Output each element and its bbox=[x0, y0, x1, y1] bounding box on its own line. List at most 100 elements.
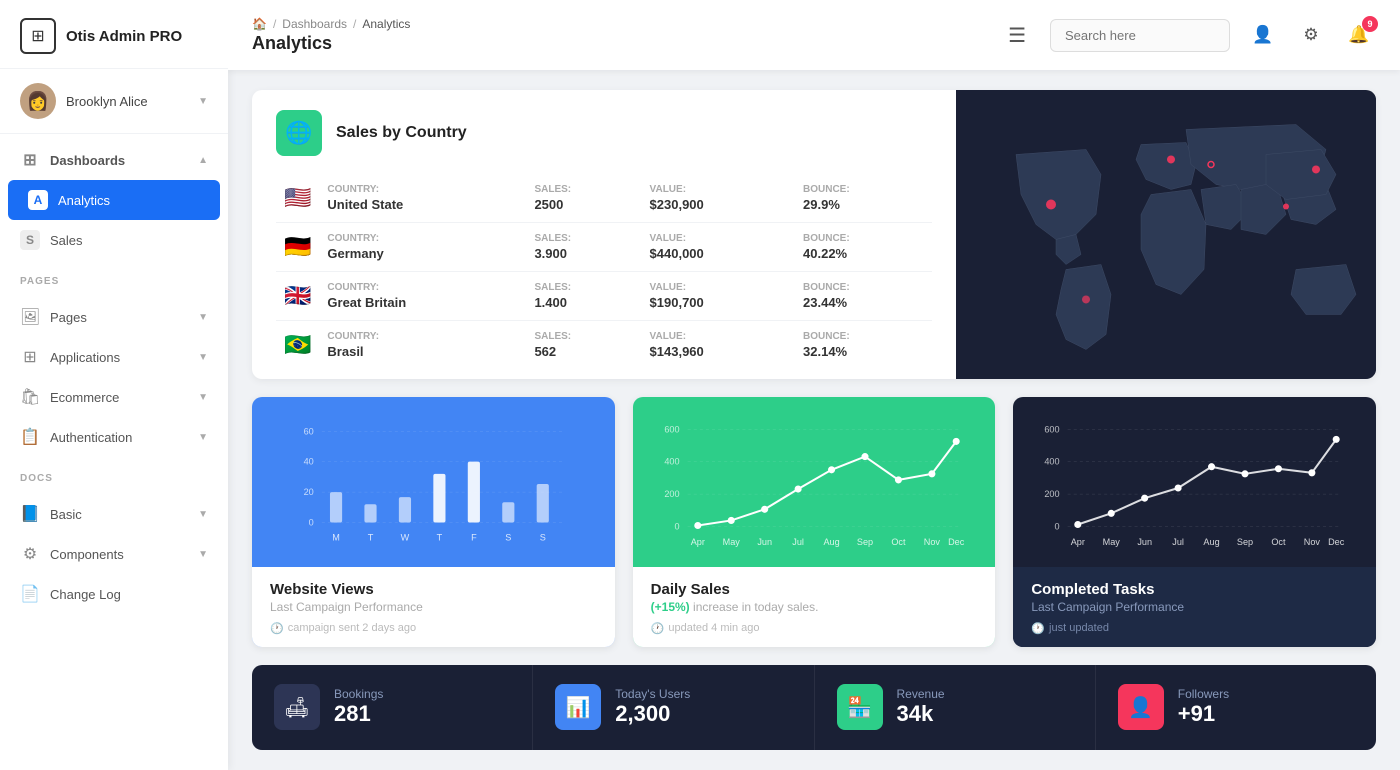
sidebar-item-sales[interactable]: S Sales bbox=[0, 220, 228, 260]
pages-icon: 🖼 bbox=[20, 307, 40, 327]
sidebar-item-analytics[interactable]: A Analytics bbox=[8, 180, 220, 220]
breadcrumb-current: Analytics bbox=[362, 17, 410, 31]
svg-text:S: S bbox=[505, 533, 511, 543]
sidebar-item-label: Basic bbox=[50, 507, 82, 522]
bar-chart-svg: 60 40 20 0 M T bbox=[266, 411, 601, 563]
table-row: 🇬🇧 Country: Great Britain Sales: 1.400 V… bbox=[276, 272, 932, 321]
svg-text:Aug: Aug bbox=[823, 537, 839, 547]
nav-dashboards-section: ⊞ Dashboards ▲ A Analytics S Sales bbox=[0, 134, 228, 266]
sidebar-item-pages[interactable]: 🖼 Pages ▼ bbox=[0, 297, 228, 337]
svg-text:0: 0 bbox=[674, 522, 679, 532]
svg-text:Jul: Jul bbox=[1173, 537, 1185, 547]
search-input[interactable] bbox=[1050, 19, 1230, 52]
sales-card-title: Sales by Country bbox=[336, 124, 467, 142]
basic-chevron-icon: ▼ bbox=[198, 509, 208, 520]
svg-text:Nov: Nov bbox=[923, 537, 940, 547]
country-flag: 🇧🇷 bbox=[284, 332, 311, 357]
svg-text:Dec: Dec bbox=[948, 537, 965, 547]
svg-text:600: 600 bbox=[664, 424, 679, 434]
completed-tasks-title: Completed Tasks bbox=[1031, 581, 1358, 598]
ecommerce-icon: 🛍 bbox=[20, 387, 40, 407]
content-area: 🌐 Sales by Country 🇺🇸 Country: United St… bbox=[228, 70, 1400, 770]
daily-sales-highlight: (+15%) bbox=[651, 600, 690, 614]
stat-label-users: Today's Users bbox=[615, 687, 690, 701]
sidebar-item-basic[interactable]: 📘 Basic ▼ bbox=[0, 494, 228, 534]
settings-button[interactable]: ⚙ bbox=[1294, 18, 1328, 52]
logo-icon: ⊞ bbox=[20, 18, 56, 54]
sidebar-item-label: Authentication bbox=[50, 430, 132, 445]
header-icons: 👤 ⚙ 🔔 9 bbox=[1246, 18, 1376, 52]
sidebar-item-applications[interactable]: ⊞ Applications ▼ bbox=[0, 337, 228, 377]
world-map-section bbox=[956, 90, 1376, 379]
svg-text:Apr: Apr bbox=[690, 537, 704, 547]
sidebar-item-ecommerce[interactable]: 🛍 Ecommerce ▼ bbox=[0, 377, 228, 417]
analytics-letter-icon: A bbox=[28, 190, 48, 210]
svg-text:60: 60 bbox=[304, 426, 314, 436]
dashboard-icon: ⊞ bbox=[20, 150, 40, 170]
stat-value-users: 2,300 bbox=[615, 701, 690, 727]
sidebar-item-dashboards[interactable]: ⊞ Dashboards ▲ bbox=[0, 140, 228, 180]
sidebar-item-authentication[interactable]: 📋 Authentication ▼ bbox=[0, 417, 228, 457]
app-name: Otis Admin PRO bbox=[66, 28, 182, 45]
svg-text:T: T bbox=[368, 533, 374, 543]
svg-text:200: 200 bbox=[1045, 489, 1060, 499]
svg-text:Jul: Jul bbox=[792, 537, 804, 547]
svg-text:Oct: Oct bbox=[1272, 537, 1287, 547]
clock-icon: 🕐 bbox=[1031, 622, 1045, 635]
website-views-footer: 🕐 campaign sent 2 days ago bbox=[270, 622, 597, 635]
svg-text:0: 0 bbox=[309, 517, 314, 527]
svg-text:Jun: Jun bbox=[757, 537, 772, 547]
sidebar-user[interactable]: 👩 Brooklyn Alice ▼ bbox=[0, 69, 228, 134]
svg-text:Dec: Dec bbox=[1328, 537, 1345, 547]
page-title: Analytics bbox=[252, 33, 992, 54]
charts-row: 60 40 20 0 M T bbox=[252, 397, 1376, 647]
pages-chevron-icon: ▼ bbox=[198, 312, 208, 323]
breadcrumb-sep1: / bbox=[273, 17, 276, 31]
user-chevron-icon: ▼ bbox=[198, 96, 208, 107]
svg-text:400: 400 bbox=[1045, 457, 1060, 467]
clock-icon: 🕐 bbox=[651, 622, 665, 635]
country-flag: 🇩🇪 bbox=[284, 234, 311, 259]
daily-sales-card: 600 400 200 0 bbox=[633, 397, 996, 647]
daily-sales-subtitle: (+15%) increase in today sales. bbox=[651, 600, 978, 614]
stat-item-users: 📊 Today's Users 2,300 bbox=[533, 665, 814, 750]
sidebar-item-changelog[interactable]: 📄 Change Log bbox=[0, 574, 228, 614]
website-views-info: Website Views Last Campaign Performance … bbox=[252, 567, 615, 647]
main-area: 🏠 / Dashboards / Analytics Analytics ☰ 👤… bbox=[228, 0, 1400, 770]
sidebar-item-components[interactable]: ⚙ Components ▼ bbox=[0, 534, 228, 574]
stat-value-bookings: 281 bbox=[334, 701, 383, 727]
sales-table: 🇺🇸 Country: United State Sales: 2500 Val… bbox=[276, 174, 932, 369]
components-icon: ⚙ bbox=[20, 544, 40, 564]
svg-text:40: 40 bbox=[304, 457, 314, 467]
hamburger-icon[interactable]: ☰ bbox=[1008, 23, 1026, 48]
sidebar-item-label: Sales bbox=[50, 233, 83, 248]
breadcrumb-sep2: / bbox=[353, 17, 356, 31]
svg-text:F: F bbox=[471, 533, 477, 543]
breadcrumb-area: 🏠 / Dashboards / Analytics Analytics bbox=[252, 17, 992, 54]
daily-sales-info: Daily Sales (+15%) increase in today sal… bbox=[633, 567, 996, 647]
table-row: 🇧🇷 Country: Brasil Sales: 562 Value: $14… bbox=[276, 321, 932, 370]
pages-section-label: PAGES bbox=[0, 266, 228, 291]
svg-text:Aug: Aug bbox=[1204, 537, 1220, 547]
breadcrumb: 🏠 / Dashboards / Analytics bbox=[252, 17, 992, 31]
website-views-card: 60 40 20 0 M T bbox=[252, 397, 615, 647]
svg-text:May: May bbox=[1103, 537, 1121, 547]
users-stat-icon: 📊 bbox=[555, 684, 601, 730]
followers-stat-icon: 👤 bbox=[1118, 684, 1164, 730]
profile-button[interactable]: 👤 bbox=[1246, 18, 1280, 52]
sidebar-item-label: Ecommerce bbox=[50, 390, 119, 405]
auth-icon: 📋 bbox=[20, 427, 40, 447]
notifications-button[interactable]: 🔔 9 bbox=[1342, 18, 1376, 52]
completed-tasks-card: 600 400 200 0 Apr bbox=[1013, 397, 1376, 647]
svg-text:Apr: Apr bbox=[1071, 537, 1085, 547]
daily-sales-title: Daily Sales bbox=[651, 581, 978, 598]
stat-item-revenue: 🏪 Revenue 34k bbox=[815, 665, 1096, 750]
daily-sales-chart: 600 400 200 0 bbox=[633, 397, 996, 567]
sidebar-logo: ⊞ Otis Admin PRO bbox=[0, 0, 228, 69]
changelog-icon: 📄 bbox=[20, 584, 40, 604]
breadcrumb-dashboards[interactable]: Dashboards bbox=[282, 17, 347, 31]
stats-row: 🛋 Bookings 281 📊 Today's Users 2,300 🏪 R… bbox=[252, 665, 1376, 750]
stat-label-followers: Followers bbox=[1178, 687, 1229, 701]
sidebar: ⊞ Otis Admin PRO 👩 Brooklyn Alice ▼ ⊞ Da… bbox=[0, 0, 228, 770]
website-views-title: Website Views bbox=[270, 581, 597, 598]
